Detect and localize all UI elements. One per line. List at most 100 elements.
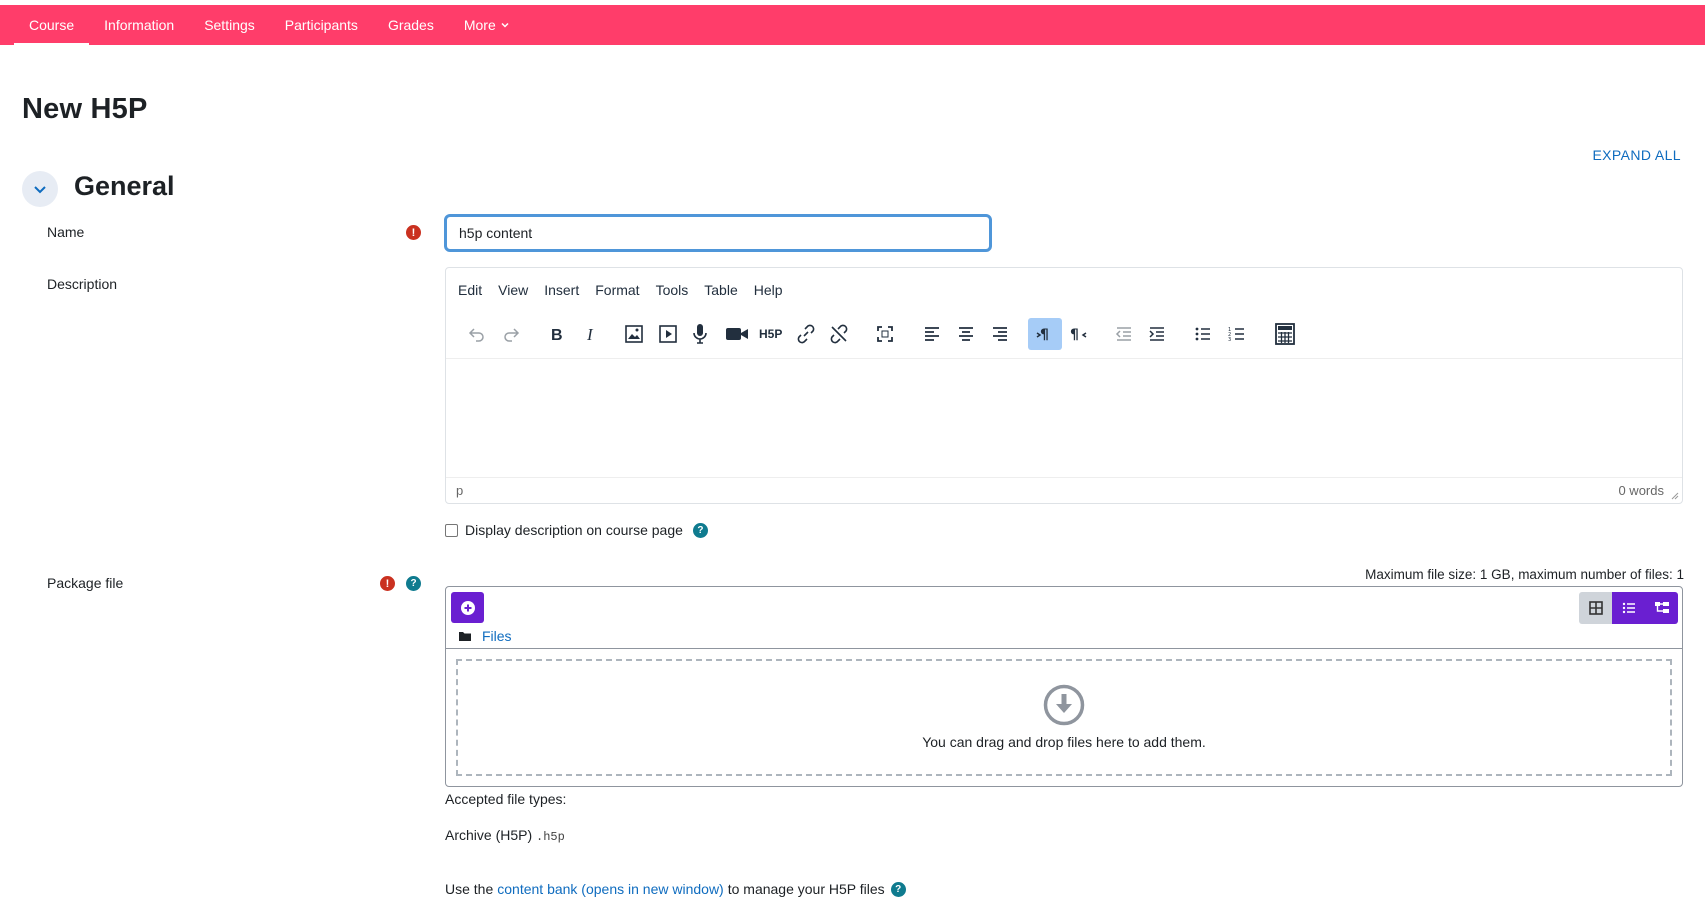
- nav-settings-label: Settings: [204, 17, 255, 33]
- rtl-direction-icon[interactable]: ¶: [1061, 318, 1095, 350]
- ltr-direction-icon[interactable]: ¶: [1028, 318, 1062, 350]
- nav-settings[interactable]: Settings: [189, 5, 270, 45]
- expand-all-link[interactable]: EXPAND ALL: [1592, 147, 1681, 163]
- grid-icon: [1588, 601, 1603, 615]
- bold-icon[interactable]: B: [539, 318, 573, 350]
- menu-view[interactable]: View: [498, 282, 528, 298]
- align-right-icon[interactable]: [983, 318, 1017, 350]
- image-icon[interactable]: [617, 318, 651, 350]
- nav-more[interactable]: More: [449, 5, 525, 45]
- outdent-icon[interactable]: [1107, 318, 1141, 350]
- max-file-size-info: Maximum file size: 1 GB, maximum number …: [1365, 567, 1684, 582]
- redo-icon[interactable]: [494, 318, 528, 350]
- menu-table[interactable]: Table: [704, 282, 737, 298]
- description-editor: Edit View Insert Format Tools Table Help…: [445, 267, 1683, 504]
- content-bank-info: Use the content bank (opens in new windo…: [445, 881, 906, 897]
- file-dropzone[interactable]: You can drag and drop files here to add …: [456, 659, 1672, 776]
- archive-extension: .h5p: [536, 830, 565, 844]
- nav-grades[interactable]: Grades: [373, 5, 449, 45]
- section-title-general: General: [74, 171, 175, 201]
- help-icon[interactable]: ?: [406, 576, 421, 591]
- menu-insert[interactable]: Insert: [544, 282, 579, 298]
- align-left-icon[interactable]: [915, 318, 949, 350]
- help-icon[interactable]: ?: [692, 522, 708, 538]
- name-label: Name: [47, 224, 85, 240]
- download-arrow-icon: [1043, 684, 1085, 726]
- element-path[interactable]: p: [456, 483, 463, 498]
- folder-icon: [459, 632, 471, 641]
- top-navbar: Course Information Settings Participants…: [0, 5, 1705, 46]
- svg-text:3: 3: [1228, 337, 1231, 343]
- content-bank-prefix: Use the: [445, 881, 494, 897]
- display-description-checkbox[interactable]: [445, 523, 458, 537]
- resize-handle-icon[interactable]: [1671, 492, 1679, 500]
- editor-menubar: Edit View Insert Format Tools Table Help: [458, 282, 799, 298]
- numbered-list-icon[interactable]: 123: [1220, 318, 1254, 350]
- menu-edit[interactable]: Edit: [458, 282, 482, 298]
- files-breadcrumb-link[interactable]: Files: [482, 628, 512, 644]
- nav-course-label: Course: [29, 17, 75, 33]
- editor-toolbar: B I H5P ¶ ¶ 123: [460, 318, 1670, 350]
- section-collapse-toggle[interactable]: [22, 171, 58, 207]
- nav-participants[interactable]: Participants: [270, 5, 373, 45]
- nav-participants-label: Participants: [284, 17, 358, 33]
- indent-icon[interactable]: [1140, 318, 1174, 350]
- file-manager-header: Files: [446, 587, 1682, 649]
- svg-text:H5P: H5P: [759, 327, 782, 341]
- italic-icon[interactable]: I: [573, 318, 607, 350]
- video-camera-icon[interactable]: [720, 318, 754, 350]
- required-icon: !: [406, 225, 421, 240]
- svg-text:¶: ¶: [1070, 327, 1079, 343]
- undo-icon[interactable]: [460, 318, 494, 350]
- plus-circle-icon: [460, 600, 475, 615]
- content-bank-link[interactable]: content bank (opens in new window): [497, 881, 723, 897]
- fullscreen-icon[interactable]: [868, 318, 902, 350]
- help-icon[interactable]: ?: [890, 881, 906, 897]
- view-tree-button[interactable]: [1645, 592, 1678, 624]
- file-breadcrumb: Files: [458, 628, 512, 644]
- editor-statusbar: p 0 words: [446, 477, 1682, 503]
- align-center-icon[interactable]: [949, 318, 983, 350]
- link-icon[interactable]: [789, 318, 823, 350]
- calculator-icon[interactable]: [1268, 318, 1302, 350]
- description-label: Description: [47, 276, 118, 292]
- menu-tools[interactable]: Tools: [656, 282, 689, 298]
- word-count: 0 words: [1618, 483, 1664, 498]
- nav-grades-label: Grades: [387, 17, 434, 33]
- tree-icon: [1654, 602, 1669, 613]
- page-title: New H5P: [22, 93, 148, 125]
- list-icon: [1622, 602, 1635, 614]
- nav-more-label: More: [463, 17, 496, 33]
- display-description-label: Display description on course page: [465, 522, 683, 538]
- view-mode-group: [1579, 592, 1678, 624]
- display-description-row: Display description on course page ?: [445, 522, 708, 538]
- svg-text:B: B: [551, 327, 563, 344]
- media-icon[interactable]: [651, 318, 685, 350]
- editor-content-area[interactable]: [446, 358, 1682, 478]
- nav-information-label: Information: [104, 17, 175, 33]
- chevron-down-icon: [501, 22, 509, 28]
- accepted-file-type: Archive (H5P) .h5p: [445, 827, 565, 844]
- dropzone-text: You can drag and drop files here to add …: [922, 734, 1206, 750]
- menu-format[interactable]: Format: [595, 282, 639, 298]
- svg-text:I: I: [586, 325, 594, 344]
- name-input[interactable]: [444, 214, 992, 252]
- package-file-label: Package file: [47, 575, 124, 591]
- nav-information[interactable]: Information: [89, 5, 189, 45]
- file-manager: Files You can drag and drop files here t…: [445, 586, 1683, 787]
- view-list-button[interactable]: [1612, 592, 1645, 624]
- unlink-icon[interactable]: [822, 318, 856, 350]
- secondary-nav: Course Information Settings Participants…: [14, 5, 525, 46]
- menu-help[interactable]: Help: [754, 282, 783, 298]
- content-bank-suffix: to manage your H5P files: [727, 881, 885, 897]
- accepted-file-types-label: Accepted file types:: [445, 791, 567, 807]
- view-icons-button[interactable]: [1579, 592, 1612, 624]
- required-icon: !: [380, 576, 395, 591]
- add-file-button[interactable]: [451, 592, 484, 623]
- nav-course[interactable]: Course: [14, 5, 90, 46]
- h5p-icon[interactable]: H5P: [754, 318, 788, 350]
- archive-type-label: Archive (H5P): [445, 827, 533, 843]
- chevron-down-icon: [34, 186, 46, 194]
- microphone-icon[interactable]: [683, 318, 717, 350]
- bullet-list-icon[interactable]: [1186, 318, 1220, 350]
